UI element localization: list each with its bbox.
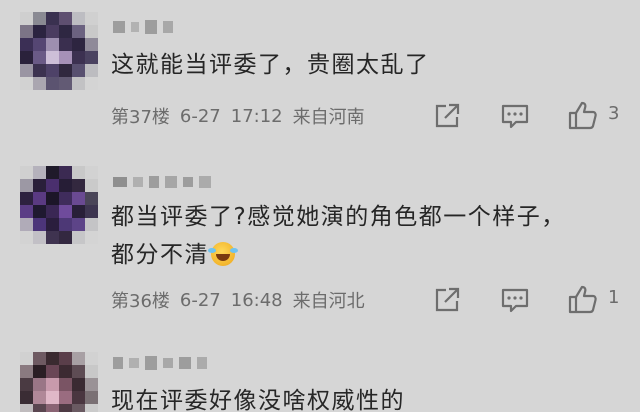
comment-meta: 第36楼 6-27 16:48 来自河北: [111, 285, 365, 315]
reply-icon[interactable]: [498, 99, 532, 133]
comment-actions: 3: [430, 99, 630, 133]
comment-text-line: 都分不清: [111, 236, 566, 274]
comment-feed: 这就能当评委了，贵圈太乱了 第37楼 6-27 17:12 来自河南 3 都当评…: [0, 0, 640, 412]
floor-number: 第37楼: [111, 107, 170, 128]
post-time: 17:12: [230, 105, 283, 127]
reply-icon[interactable]: [498, 283, 532, 317]
username[interactable]: [113, 356, 207, 370]
username[interactable]: [113, 176, 211, 188]
share-icon[interactable]: [430, 283, 464, 317]
comment-text-line: 这就能当评委了，贵圈太乱了: [111, 52, 430, 78]
post-date: 6-27: [179, 105, 221, 127]
like-count: 3: [608, 103, 620, 124]
avatar[interactable]: [20, 166, 98, 244]
avatar[interactable]: [20, 352, 98, 412]
comment-text-line: 都当评委了?感觉她演的角色都一个样子，: [111, 204, 566, 230]
like-count: 1: [608, 287, 620, 308]
post-location: 来自河南: [292, 107, 365, 128]
comment-text: 都当评委了?感觉她演的角色都一个样子， 都分不清: [111, 198, 566, 274]
crying-laughing-emoji: [208, 242, 235, 266]
comment-text: 这就能当评委了，贵圈太乱了: [111, 46, 430, 84]
floor-number: 第36楼: [111, 291, 170, 312]
username[interactable]: [113, 20, 173, 34]
comment-actions: 1: [430, 283, 630, 317]
thumbs-up-icon[interactable]: [566, 283, 600, 317]
thumbs-up-icon[interactable]: [566, 99, 600, 133]
comment-text-line: 现在评委好像没啥权威性的: [111, 388, 405, 412]
post-date: 6-27: [179, 289, 221, 311]
comment-meta: 第37楼 6-27 17:12 来自河南: [111, 101, 365, 131]
post-time: 16:48: [230, 289, 283, 311]
share-icon[interactable]: [430, 99, 464, 133]
post-location: 来自河北: [292, 291, 365, 312]
avatar[interactable]: [20, 12, 98, 90]
comment-text: 现在评委好像没啥权威性的: [111, 382, 405, 412]
